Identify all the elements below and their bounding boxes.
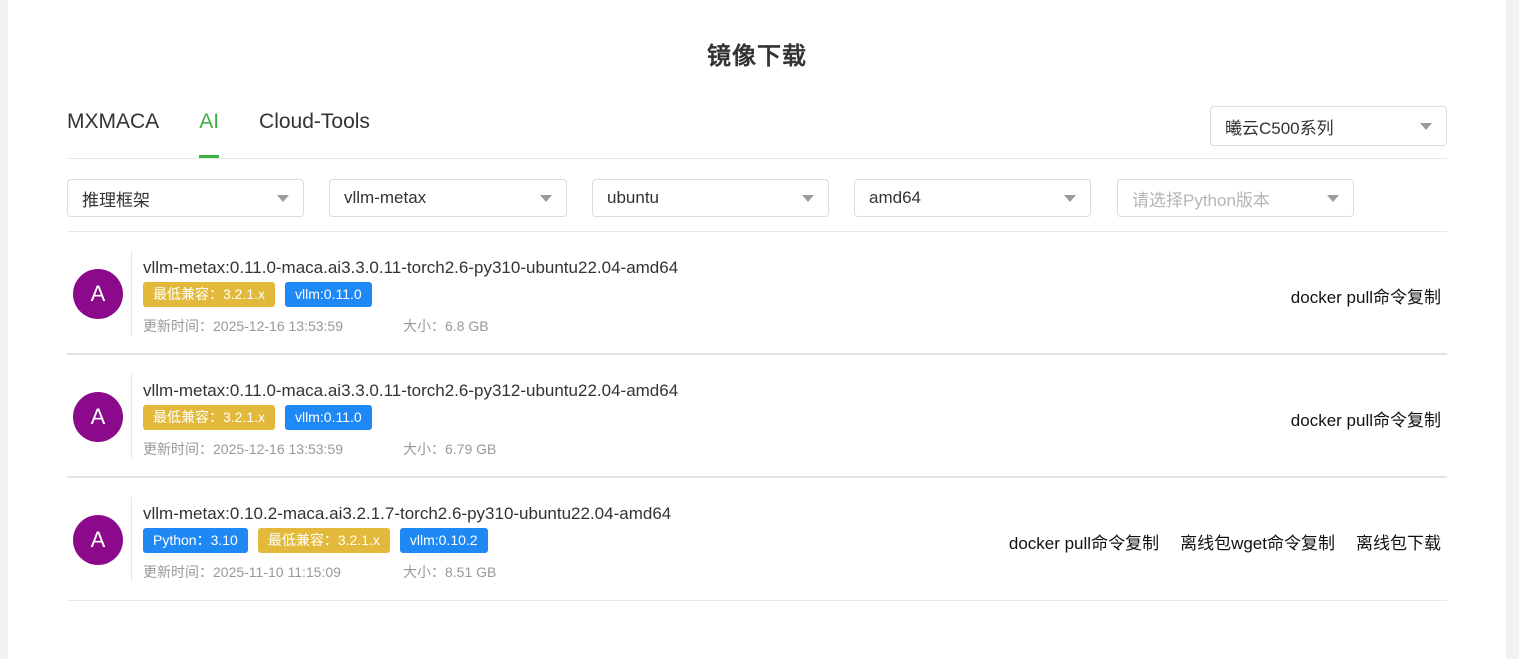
docker-pull-copy-button[interactable]: docker pull命令复制: [1291, 406, 1441, 431]
page-title: 镜像下载: [707, 43, 807, 70]
chevron-down-icon: [1064, 194, 1076, 202]
item-separator: [131, 374, 132, 459]
os-select[interactable]: ubuntu: [592, 179, 829, 217]
updated-time: 更新时间：2025-12-16 13:53:59: [143, 318, 343, 334]
page-card: 镜像下载 MXMACA AI Cloud-Tools 曦云C500系列 推理框架…: [8, 0, 1506, 659]
docker-pull-copy-button[interactable]: docker pull命令复制: [1009, 529, 1159, 554]
chevron-down-icon: [1420, 122, 1432, 130]
tab-bar: MXMACA AI Cloud-Tools: [67, 110, 410, 158]
tab-cloud-tools[interactable]: Cloud-Tools: [259, 110, 370, 158]
vllm-tag: vllm:0.11.0: [285, 405, 372, 430]
item-separator: [131, 497, 132, 582]
docker-pull-copy-button[interactable]: docker pull命令复制: [1291, 283, 1441, 308]
offline-wget-copy-button[interactable]: 离线包wget命令复制: [1180, 529, 1335, 554]
item-meta: 更新时间：2025-12-16 13:53:59 大小：6.79 GB: [143, 439, 496, 459]
vllm-tag: vllm:0.10.2: [399, 528, 488, 553]
compat-tag: 最低兼容：3.2.1.x: [143, 405, 276, 430]
list-item: A vllm-metax:0.11.0-maca.ai3.3.0.11-torc…: [67, 233, 1447, 355]
image-size: 大小：6.79 GB: [403, 441, 497, 457]
offline-download-button[interactable]: 离线包下载: [1356, 529, 1441, 554]
series-select-value: 曦云C500系列: [1225, 118, 1334, 138]
tag-group: Python：3.10 最低兼容：3.2.1.x vllm:0.10.2: [143, 528, 498, 553]
item-actions: docker pull命令复制: [1270, 283, 1441, 308]
compat-tag: 最低兼容：3.2.1.x: [257, 528, 390, 553]
row-divider: [67, 600, 1447, 601]
compat-tag: 最低兼容：3.2.1.x: [143, 282, 276, 307]
tag-group: 最低兼容：3.2.1.x vllm:0.11.0: [143, 405, 382, 430]
arch-select[interactable]: amd64: [854, 179, 1091, 217]
chevron-down-icon: [277, 194, 289, 202]
item-separator: [131, 251, 132, 336]
row-divider: [67, 476, 1447, 478]
avatar: A: [73, 392, 123, 442]
filter-divider: [67, 231, 1447, 232]
image-select-value: vllm-metax: [344, 188, 427, 207]
list-item: A vllm-metax:0.10.2-maca.ai3.2.1.7-torch…: [67, 479, 1447, 601]
image-name: vllm-metax:0.10.2-maca.ai3.2.1.7-torch2.…: [143, 504, 672, 523]
os-select-value: ubuntu: [607, 188, 659, 207]
chevron-down-icon: [1327, 194, 1339, 202]
series-select[interactable]: 曦云C500系列: [1210, 106, 1447, 146]
python-version-select[interactable]: 请选择Python版本: [1117, 179, 1354, 217]
chevron-down-icon: [802, 194, 814, 202]
tab-mxmaca[interactable]: MXMACA: [67, 110, 159, 158]
vllm-tag: vllm:0.11.0: [285, 282, 372, 307]
row-divider: [67, 353, 1447, 355]
avatar: A: [73, 515, 123, 565]
chevron-down-icon: [540, 194, 552, 202]
arch-select-value: amd64: [869, 188, 921, 207]
framework-select[interactable]: 推理框架: [67, 179, 304, 217]
item-actions: docker pull命令复制: [1270, 406, 1441, 431]
updated-time: 更新时间：2025-12-16 13:53:59: [143, 441, 343, 457]
image-select[interactable]: vllm-metax: [329, 179, 567, 217]
image-size: 大小：8.51 GB: [403, 564, 497, 580]
list-item: A vllm-metax:0.11.0-maca.ai3.3.0.11-torc…: [67, 356, 1447, 478]
image-size: 大小：6.8 GB: [403, 318, 489, 334]
item-meta: 更新时间：2025-11-10 11:15:09 大小：8.51 GB: [143, 562, 496, 582]
tag-group: 最低兼容：3.2.1.x vllm:0.11.0: [143, 282, 382, 307]
python-version-placeholder: 请选择Python版本: [1132, 190, 1270, 210]
tab-ai[interactable]: AI: [199, 110, 219, 158]
python-tag: Python：3.10: [143, 528, 248, 553]
framework-select-value: 推理框架: [82, 190, 150, 210]
tab-divider: [67, 158, 1447, 159]
avatar: A: [73, 269, 123, 319]
item-meta: 更新时间：2025-12-16 13:53:59 大小：6.8 GB: [143, 316, 489, 336]
image-name: vllm-metax:0.11.0-maca.ai3.3.0.11-torch2…: [143, 381, 679, 400]
updated-time: 更新时间：2025-11-10 11:15:09: [143, 564, 341, 580]
item-actions: docker pull命令复制 离线包wget命令复制 离线包下载: [988, 529, 1441, 554]
image-name: vllm-metax:0.11.0-maca.ai3.3.0.11-torch2…: [143, 258, 679, 277]
